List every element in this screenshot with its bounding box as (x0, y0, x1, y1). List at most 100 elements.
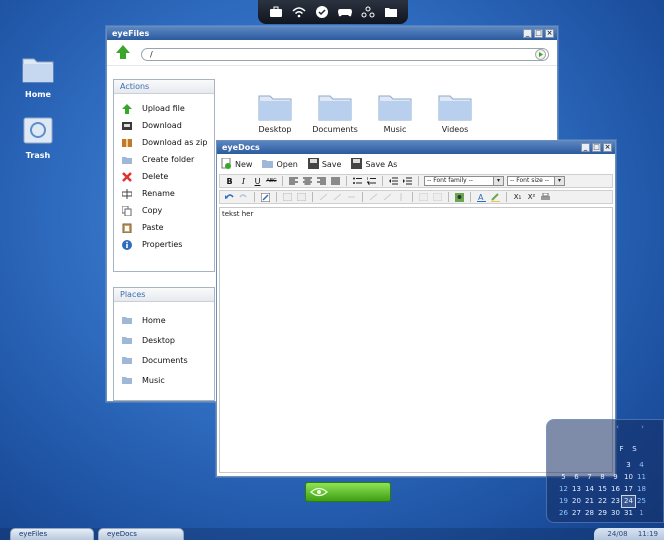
calendar-day[interactable]: 18 (635, 484, 648, 495)
people-icon[interactable] (360, 5, 376, 19)
wifi-icon[interactable] (291, 5, 307, 19)
place-home[interactable]: Home (114, 310, 214, 330)
calendar-day[interactable]: 20 (570, 496, 583, 507)
place-desktop[interactable]: Desktop (114, 330, 214, 350)
bold-button[interactable]: B (224, 176, 235, 186)
numbered-list-icon[interactable] (366, 176, 377, 186)
calendar-day[interactable]: 15 (596, 484, 609, 495)
calendar-day-today[interactable]: 24 (621, 495, 636, 508)
action-download[interactable]: Download (114, 117, 214, 134)
minimize-button[interactable]: _ (581, 143, 590, 152)
up-arrow-icon[interactable] (115, 44, 131, 62)
task-button-eyefiles[interactable]: eyeFiles (10, 528, 94, 540)
action-upload-file[interactable]: Upload file (114, 100, 214, 117)
subscript-button[interactable]: X₁ (512, 192, 523, 202)
action-copy[interactable]: Copy (114, 202, 214, 219)
place-documents[interactable]: Documents (114, 350, 214, 370)
calendar-day[interactable]: 27 (570, 508, 583, 519)
calendar-day[interactable]: 4 (635, 460, 648, 471)
calendar-day[interactable] (583, 460, 596, 471)
layer2-icon[interactable] (432, 192, 443, 202)
outdent-icon[interactable] (388, 176, 399, 186)
font-family-select[interactable]: -- Font family -- ▾ (424, 176, 504, 186)
italic-button[interactable]: I (238, 176, 249, 186)
align-justify-icon[interactable] (330, 176, 341, 186)
maximize-button[interactable]: □ (534, 29, 543, 38)
path-input[interactable]: / (141, 48, 549, 61)
row-delete-icon[interactable] (332, 192, 343, 202)
calendar-day[interactable]: 13 (570, 484, 583, 495)
calendar-day[interactable] (570, 460, 583, 471)
table-props-icon[interactable] (296, 192, 307, 202)
merge-icon[interactable] (382, 192, 393, 202)
calendar-day[interactable]: 25 (635, 496, 648, 507)
calendar-day[interactable]: 7 (583, 472, 596, 483)
print-icon[interactable] (540, 192, 551, 202)
folder-item[interactable]: Desktop (250, 93, 300, 134)
place-music[interactable]: Music (114, 370, 214, 390)
calendar-day[interactable]: 28 (583, 508, 596, 519)
font-size-select[interactable]: -- Font size -- ▾ (507, 176, 565, 186)
cell-icon[interactable] (396, 192, 407, 202)
action-download-zip[interactable]: Download as zip (114, 134, 214, 151)
save-button[interactable]: Save (307, 157, 341, 171)
go-button[interactable] (535, 49, 546, 60)
calendar-day[interactable]: 10 (622, 472, 635, 483)
calendar-day[interactable]: 12 (557, 484, 570, 495)
calendar-day[interactable]: 6 (570, 472, 583, 483)
briefcase-icon[interactable] (268, 5, 284, 19)
calendar-day[interactable]: 1 (635, 508, 648, 519)
folder-item[interactable]: Documents (310, 93, 360, 134)
superscript-button[interactable]: X² (526, 192, 537, 202)
layer-icon[interactable] (418, 192, 429, 202)
task-button-eyedocs[interactable]: eyeDocs (98, 528, 184, 540)
calendar-day[interactable]: 21 (583, 496, 596, 507)
maximize-button[interactable]: □ (592, 143, 601, 152)
calendar-day[interactable]: 19 (557, 496, 570, 507)
window-titlebar[interactable]: eyeFiles _ □ × (107, 27, 557, 40)
calendar-day[interactable]: 30 (609, 508, 622, 519)
folder-item[interactable]: Music (370, 93, 420, 134)
calendar-nav-icon[interactable]: ‹ (611, 422, 624, 433)
calendar-day[interactable]: 26 (557, 508, 570, 519)
edit-doc-icon[interactable] (260, 192, 271, 202)
check-icon[interactable] (314, 5, 330, 19)
highlight-icon[interactable] (490, 192, 501, 202)
align-right-icon[interactable] (316, 176, 327, 186)
save-as-button[interactable]: Save As (351, 157, 397, 171)
calendar-day[interactable]: 23 (609, 496, 622, 507)
calendar-day[interactable]: 16 (609, 484, 622, 495)
calendar-day[interactable]: 14 (583, 484, 596, 495)
desktop-icon-trash[interactable]: Trash (16, 115, 60, 160)
calendar-day[interactable] (557, 460, 570, 471)
calendar-day[interactable]: 29 (596, 508, 609, 519)
text-color-icon[interactable]: A (476, 192, 487, 202)
calendar-day[interactable]: 3 (622, 460, 635, 471)
calendar-day[interactable] (596, 460, 609, 471)
action-properties[interactable]: Properties (114, 236, 214, 253)
calendar-day[interactable]: 8 (596, 472, 609, 483)
calendar-day[interactable]: 9 (609, 472, 622, 483)
folder-item[interactable]: Videos (430, 93, 480, 134)
calendar-day[interactable]: 5 (557, 472, 570, 483)
new-button[interactable]: New (221, 157, 252, 171)
action-delete[interactable]: Delete (114, 168, 214, 185)
folder-icon[interactable] (383, 5, 399, 19)
col-insert-icon[interactable] (346, 192, 357, 202)
close-button[interactable]: × (603, 143, 612, 152)
calendar-day[interactable]: 11 (635, 472, 648, 483)
action-paste[interactable]: Paste (114, 219, 214, 236)
gamepad-icon[interactable] (337, 5, 353, 19)
calendar-day[interactable]: 31 (622, 508, 635, 519)
close-button[interactable]: × (545, 29, 554, 38)
window-titlebar[interactable]: eyeDocs _ □ × (217, 141, 615, 154)
desktop-icon-home[interactable]: Home (16, 54, 60, 99)
redo-icon[interactable] (238, 192, 249, 202)
action-rename[interactable]: Rename (114, 185, 214, 202)
open-button[interactable]: Open (262, 158, 298, 171)
calendar-day[interactable]: 22 (596, 496, 609, 507)
table-icon[interactable] (282, 192, 293, 202)
indent-icon[interactable] (402, 176, 413, 186)
image-icon[interactable] (454, 192, 465, 202)
calendar-day[interactable] (609, 460, 622, 471)
